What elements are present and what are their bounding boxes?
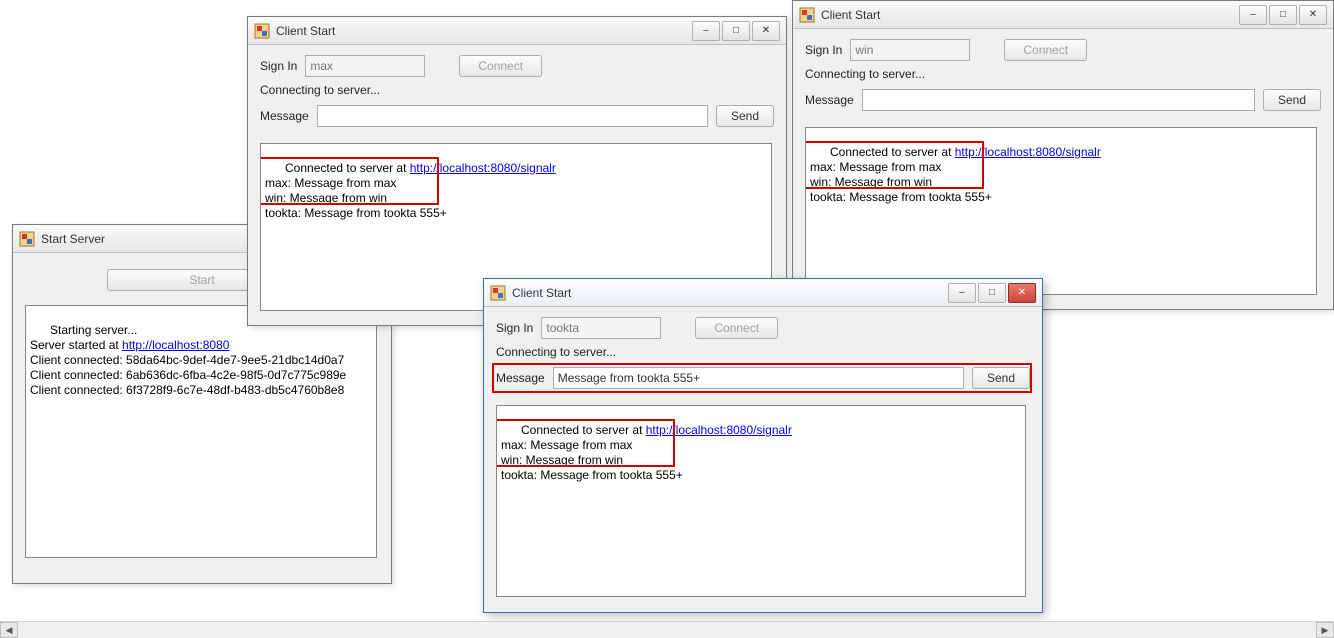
app-icon <box>490 285 506 301</box>
message-input[interactable] <box>553 367 964 389</box>
client-max-titlebar[interactable]: Client Start – □ ✕ <box>248 17 786 45</box>
message-label: Message <box>496 371 545 385</box>
send-button[interactable]: Send <box>972 367 1030 389</box>
signin-input[interactable] <box>850 39 970 61</box>
client-win-title: Client Start <box>821 8 1239 22</box>
send-button[interactable]: Send <box>1263 89 1321 111</box>
message-label: Message <box>260 109 309 123</box>
app-icon <box>254 23 270 39</box>
client-max-title: Client Start <box>276 24 692 38</box>
signalr-url-link[interactable]: http://localhost:8080/signalr <box>955 145 1101 159</box>
signin-label: Sign In <box>496 321 533 335</box>
message-input[interactable] <box>317 105 708 127</box>
app-icon <box>799 7 815 23</box>
client-win-log: Connected to server at http://localhost:… <box>805 127 1317 295</box>
connect-button[interactable]: Connect <box>459 55 542 77</box>
server-url-link[interactable]: http://localhost:8080 <box>122 338 229 352</box>
status-text: Connecting to server... <box>805 67 1321 81</box>
status-text: Connecting to server... <box>260 83 774 97</box>
client-win-titlebar[interactable]: Client Start – □ ✕ <box>793 1 1333 29</box>
maximize-button[interactable]: □ <box>1269 5 1297 25</box>
minimize-button[interactable]: – <box>948 283 976 303</box>
close-button[interactable]: ✕ <box>1299 5 1327 25</box>
signalr-url-link[interactable]: http://localhost:8080/signalr <box>646 423 792 437</box>
connect-button[interactable]: Connect <box>1004 39 1087 61</box>
signalr-url-link[interactable]: http://localhost:8080/signalr <box>410 161 556 175</box>
status-text: Connecting to server... <box>496 345 1030 359</box>
client-window-tookta: Client Start – □ ✕ Sign In Connect Conne… <box>483 278 1043 613</box>
message-label: Message <box>805 93 854 107</box>
client-tookta-log: Connected to server at http://localhost:… <box>496 405 1026 597</box>
server-log: Starting server... Server started at htt… <box>25 305 377 558</box>
client-window-win: Client Start – □ ✕ Sign In Connect Conne… <box>792 0 1334 310</box>
minimize-button[interactable]: – <box>1239 5 1267 25</box>
signin-input[interactable] <box>541 317 661 339</box>
signin-input[interactable] <box>305 55 425 77</box>
maximize-button[interactable]: □ <box>722 21 750 41</box>
scroll-left-icon[interactable]: ◀ <box>0 622 18 638</box>
signin-label: Sign In <box>260 59 297 73</box>
client-tookta-titlebar[interactable]: Client Start – □ ✕ <box>484 279 1042 307</box>
close-button[interactable]: ✕ <box>752 21 780 41</box>
scroll-right-icon[interactable]: ▶ <box>1316 622 1334 638</box>
client-tookta-title: Client Start <box>512 286 948 300</box>
message-input[interactable] <box>862 89 1255 111</box>
maximize-button[interactable]: □ <box>978 283 1006 303</box>
send-button[interactable]: Send <box>716 105 774 127</box>
app-icon <box>19 231 35 247</box>
minimize-button[interactable]: – <box>692 21 720 41</box>
horizontal-scrollbar[interactable]: ◀ ▶ <box>0 621 1334 638</box>
signin-label: Sign In <box>805 43 842 57</box>
connect-button[interactable]: Connect <box>695 317 778 339</box>
close-button[interactable]: ✕ <box>1008 283 1036 303</box>
